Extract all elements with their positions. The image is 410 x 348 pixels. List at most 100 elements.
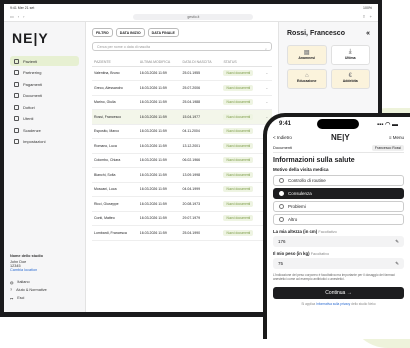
visit-reason-label: Motivo della visita medica: [273, 167, 329, 172]
table-row[interactable]: Marino, Giulia 16.03.2026 11:59 25.04.1988…: [92, 95, 272, 110]
language-item[interactable]: ◍ Italiano: [10, 278, 79, 286]
education-card[interactable]: ⌂ Educazione: [287, 69, 327, 89]
patient-name-cell: Greco, Alessandro: [92, 80, 138, 96]
sidebar-item-partnering[interactable]: Partnering: [10, 68, 79, 78]
radio-icon: [279, 217, 284, 222]
add-tab-icon[interactable]: +: [370, 14, 372, 19]
table-row[interactable]: Colombo, Chiara 16.03.2026 11:59 06.02.196…: [92, 153, 272, 168]
phone-screen: 9:41 ▪▪▪ ◠ ▬ < Indietro NE|Y ≡ Menu Docu…: [267, 117, 410, 339]
table-row[interactable]: Rossi, Francesco 16.03.2026 11:59 15.04.19…: [92, 109, 272, 125]
modified-cell: 16.03.2026 11:59: [137, 109, 181, 125]
sidebar-item-scadenze[interactable]: Scadenze: [10, 125, 79, 135]
col-birth-date[interactable]: DATA DI NASCITA: [180, 55, 222, 67]
filter-button[interactable]: FILTRO: [92, 28, 113, 37]
modified-cell: 16.03.2026 11:59: [137, 225, 181, 241]
table-row[interactable]: Esposito, Marco 16.03.2026 11:59 04.11.200…: [92, 124, 272, 139]
option-routine[interactable]: Controllo di routine: [273, 175, 404, 186]
sidebar-item-documenti[interactable]: Documenti: [10, 91, 79, 101]
option-altro[interactable]: Altro: [273, 214, 404, 225]
table-row[interactable]: Lombardi, Francesca 16.03.2026 11:59 25.04…: [92, 225, 272, 241]
patient-name-cell: Colombo, Chiara: [92, 153, 138, 168]
table-row[interactable]: Moscani, Luca 16.03.2026 11:59 04.04.1999 N…: [92, 182, 272, 197]
collapse-icon[interactable]: «: [366, 30, 370, 37]
dynamic-island: [317, 119, 359, 129]
logout-icon: ↦: [10, 296, 14, 301]
modified-cell: 16.03.2026 11:59: [137, 153, 181, 168]
status-badge: Nuovi documenti: [223, 215, 254, 222]
table-row[interactable]: Romano, Luca 16.03.2026 11:59 13.12.2001 Nu…: [92, 138, 272, 154]
help-icon: ?: [10, 288, 13, 292]
table-row[interactable]: Valentina, Bruno 16.03.2026 11:59 25.01.19…: [92, 66, 272, 81]
option-consulenza[interactable]: Consulenza: [273, 188, 404, 199]
table-row[interactable]: Conti, Matteo 16.03.2026 11:59 29.07.1979 N…: [92, 211, 272, 226]
handshake-icon: [14, 70, 19, 75]
chevron-down-icon[interactable]: ⌄: [263, 66, 272, 81]
modified-cell: 16.03.2026 11:59: [137, 66, 181, 81]
search-icon: ⌕: [264, 46, 267, 51]
patient-name-cell: Romano, Luca: [92, 138, 138, 154]
weight-input[interactable]: 75 ✎: [273, 258, 404, 269]
gear-icon: [14, 139, 19, 144]
sidebar-item-impostazioni[interactable]: Impostazioni: [10, 137, 79, 147]
url-bar[interactable]: gestio.it: [133, 13, 254, 20]
signal-icon: ▪▪▪ ◠ ▬: [377, 121, 398, 128]
modified-cell: 16.03.2026 11:59: [137, 95, 181, 110]
clipboard-icon: ▤: [303, 50, 310, 56]
birth-date-cell: 15.04.1977: [180, 109, 222, 125]
birth-date-cell: 29.07.1979: [180, 211, 222, 226]
birth-date-cell: 06.02.1966: [180, 153, 222, 168]
status-badge: Nuovi documenti: [223, 186, 254, 193]
col-patient[interactable]: PAZIENTE: [92, 55, 138, 67]
patients-panel: FILTRO DATA INIZIO DATA FINALE Cerca per…: [86, 22, 278, 312]
sidebar-item-utenti[interactable]: Utenti: [10, 114, 79, 124]
status-bar: 9:41 Mer 21 set 100%: [4, 4, 378, 12]
status-badge: Nuovi documenti: [223, 128, 254, 135]
table-row[interactable]: Greco, Alessandro 16.03.2026 11:59 25.07.2…: [92, 80, 272, 96]
status-badge: Nuovi documenti: [223, 171, 254, 178]
sidebar-toggle-icon[interactable]: ▭: [10, 14, 14, 19]
anamnesis-card[interactable]: ▤ Anamnesi: [287, 45, 327, 65]
sidebar-item-pazienti[interactable]: Pazienti: [10, 56, 79, 66]
chevron-down-icon[interactable]: ⌄: [263, 80, 272, 96]
birth-date-cell: 25.04.1990: [180, 225, 222, 241]
back-button[interactable]: < Indietro: [273, 135, 292, 140]
help-item[interactable]: ? Aiuto & Normative: [10, 286, 79, 294]
option-problemi[interactable]: Problemi: [273, 201, 404, 212]
continue-button[interactable]: Continua →: [273, 287, 404, 300]
users-icon: [14, 58, 19, 64]
forward-icon[interactable]: ›: [23, 14, 24, 19]
payment-icon: [14, 81, 19, 87]
search-input[interactable]: Cerca per nome o data di nascita ⌕: [92, 42, 272, 51]
sidebar-item-dottori[interactable]: Dottori: [10, 102, 79, 112]
charge-card[interactable]: € Addebita: [330, 69, 370, 89]
change-location-link[interactable]: Cambia location: [10, 268, 79, 272]
share-icon[interactable]: ⇪: [362, 14, 365, 19]
back-icon[interactable]: ‹: [18, 14, 19, 19]
birth-date-cell: 04.04.1999: [180, 182, 222, 197]
doctor-icon: [14, 104, 19, 110]
col-status[interactable]: STATUS: [221, 55, 264, 67]
end-date-button[interactable]: DATA FINALE: [147, 28, 179, 37]
section-title: Documenti: [273, 145, 293, 150]
table-row[interactable]: Bianchi, Sofia 16.03.2026 11:59 13.09.1998…: [92, 167, 272, 183]
latest-card[interactable]: ⤓ Ultima: [330, 45, 370, 65]
patient-tag: Francesco Rossi: [371, 144, 404, 151]
height-input[interactable]: 176 ✎: [273, 236, 404, 247]
calendar-icon: [14, 127, 19, 133]
patient-name-cell: Rossi, Francesco: [92, 109, 138, 125]
user-icon: [14, 116, 19, 121]
status-badge: Nuovi documenti: [223, 84, 254, 91]
table-row[interactable]: Ricci, Giuseppe 16.03.2026 11:59 20.08.197…: [92, 196, 272, 212]
col-last-modified[interactable]: ULTIMA MODIFICA: [137, 55, 181, 67]
patient-name-cell: Moscani, Luca: [92, 182, 138, 197]
menu-button[interactable]: ≡ Menu: [389, 135, 404, 140]
start-date-button[interactable]: DATA INIZIO: [115, 28, 145, 37]
patient-name-cell: Bianchi, Sofia: [92, 167, 138, 183]
chevron-down-icon[interactable]: ⌄: [263, 95, 272, 110]
privacy-link[interactable]: Informativa sulla privacy: [316, 302, 350, 306]
sidebar-footer: Nome dello studio John Doe 12345 Cambia …: [10, 254, 79, 302]
birth-date-cell: 13.12.2001: [180, 138, 222, 154]
phone-time: 9:41: [279, 121, 292, 127]
logout-item[interactable]: ↦ Esci: [10, 294, 79, 302]
sidebar-item-pagamenti[interactable]: Pagamenti: [10, 79, 79, 89]
